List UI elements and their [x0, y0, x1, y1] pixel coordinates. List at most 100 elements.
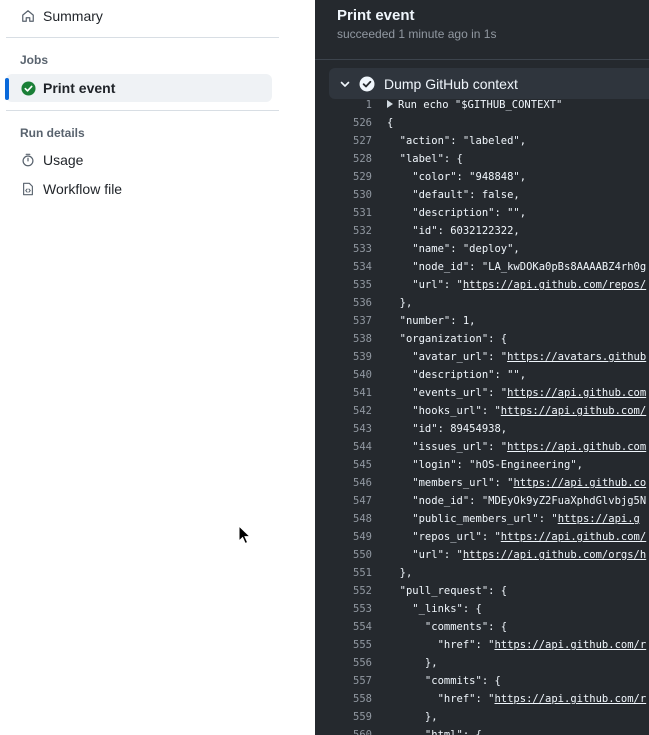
log-line[interactable]: 527 "action": "labeled",: [315, 132, 649, 150]
log-line[interactable]: 532 "id": 6032122322,: [315, 222, 649, 240]
log-line[interactable]: 553 "_links": {: [315, 600, 649, 618]
line-number[interactable]: 532: [315, 222, 372, 240]
log-line[interactable]: 545 "login": "hOS-Engineering",: [315, 456, 649, 474]
file-code-icon: [20, 181, 36, 197]
sidebar-item-summary[interactable]: Summary: [6, 2, 272, 30]
line-number[interactable]: 556: [315, 654, 372, 672]
line-number[interactable]: 528: [315, 150, 372, 168]
sidebar-item-print-event[interactable]: Print event: [5, 74, 272, 102]
line-number[interactable]: 559: [315, 708, 372, 726]
line-number[interactable]: 553: [315, 600, 372, 618]
log-link[interactable]: https://api.github.com: [507, 387, 646, 399]
log-line[interactable]: 560 "html": {: [315, 726, 649, 735]
line-number[interactable]: 536: [315, 294, 372, 312]
log-line[interactable]: 557 "commits": {: [315, 672, 649, 690]
log-link[interactable]: https://api.github.com/orgs/h: [463, 549, 646, 561]
log-text: },: [387, 708, 438, 726]
line-number[interactable]: 547: [315, 492, 372, 510]
line-number[interactable]: 548: [315, 510, 372, 528]
log-line[interactable]: 1 Run echo "$GITHUB_CONTEXT": [315, 96, 649, 114]
log-line[interactable]: 549 "repos_url": "https://api.github.com…: [315, 528, 649, 546]
line-number[interactable]: 526: [315, 114, 372, 132]
step-header[interactable]: Dump GitHub context: [329, 68, 649, 99]
log-line[interactable]: 535 "url": "https://api.github.com/repos…: [315, 276, 649, 294]
line-number[interactable]: 557: [315, 672, 372, 690]
log-text: "href": "https://api.github.com/r: [387, 690, 647, 708]
line-number[interactable]: 560: [315, 726, 372, 735]
log-text-content: "href": ": [387, 639, 495, 651]
sidebar-item-workflow-file[interactable]: Workflow file: [6, 175, 272, 203]
log-text-content: "avatar_url": ": [387, 351, 508, 363]
line-number[interactable]: 529: [315, 168, 372, 186]
log-line[interactable]: 544 "issues_url": "https://api.github.co…: [315, 438, 649, 456]
log-link[interactable]: https://api.github.com/repos/: [463, 279, 646, 291]
log-line[interactable]: 530 "default": false,: [315, 186, 649, 204]
log-line[interactable]: 536 },: [315, 294, 649, 312]
line-number[interactable]: 541: [315, 384, 372, 402]
log-text-content: "login": "hOS-Engineering",: [387, 459, 583, 471]
line-number[interactable]: 531: [315, 204, 372, 222]
line-number[interactable]: 549: [315, 528, 372, 546]
line-number[interactable]: 546: [315, 474, 372, 492]
line-number[interactable]: 537: [315, 312, 372, 330]
line-number[interactable]: 534: [315, 258, 372, 276]
log-line[interactable]: 555 "href": "https://api.github.com/r: [315, 636, 649, 654]
expand-triangle-icon[interactable]: [387, 100, 393, 108]
line-number[interactable]: 1: [315, 96, 372, 114]
log-line[interactable]: 541 "events_url": "https://api.github.co…: [315, 384, 649, 402]
log-line[interactable]: 526 {: [315, 114, 649, 132]
log-line[interactable]: 554 "comments": {: [315, 618, 649, 636]
log-text-content: "comments": {: [387, 621, 508, 633]
line-number[interactable]: 551: [315, 564, 372, 582]
line-number[interactable]: 538: [315, 330, 372, 348]
log-link[interactable]: https://api.github.co: [513, 477, 646, 489]
log-link[interactable]: https://avatars.github: [507, 351, 646, 363]
run-details-heading: Run details: [20, 126, 85, 140]
log-link[interactable]: https://api.github.com/: [501, 531, 646, 543]
log-line[interactable]: 537 "number": 1,: [315, 312, 649, 330]
log-line[interactable]: 539 "avatar_url": "https://avatars.githu…: [315, 348, 649, 366]
line-number[interactable]: 535: [315, 276, 372, 294]
line-number[interactable]: 552: [315, 582, 372, 600]
log-line[interactable]: 529 "color": "948848",: [315, 168, 649, 186]
line-number[interactable]: 542: [315, 402, 372, 420]
log-line[interactable]: 538 "organization": {: [315, 330, 649, 348]
line-number[interactable]: 558: [315, 690, 372, 708]
log-line[interactable]: 533 "name": "deploy",: [315, 240, 649, 258]
log-line[interactable]: 552 "pull_request": {: [315, 582, 649, 600]
log-line[interactable]: 540 "description": "",: [315, 366, 649, 384]
log-line[interactable]: 543 "id": 89454938,: [315, 420, 649, 438]
line-number[interactable]: 554: [315, 618, 372, 636]
log-line[interactable]: 558 "href": "https://api.github.com/r: [315, 690, 649, 708]
log-link[interactable]: https://api.github.com/: [501, 405, 646, 417]
log-line[interactable]: 550 "url": "https://api.github.com/orgs/…: [315, 546, 649, 564]
log-link[interactable]: https://api.github.com/r: [494, 693, 646, 705]
log-line[interactable]: 546 "members_url": "https://api.github.c…: [315, 474, 649, 492]
log-text-content: "hooks_url": ": [387, 405, 501, 417]
line-number[interactable]: 544: [315, 438, 372, 456]
log-link[interactable]: https://api.github.com: [507, 441, 646, 453]
log-link[interactable]: https://api.github.com/r: [494, 639, 646, 651]
log-line[interactable]: 559 },: [315, 708, 649, 726]
log-link[interactable]: https://api.g: [558, 513, 640, 525]
line-number[interactable]: 555: [315, 636, 372, 654]
line-number[interactable]: 539: [315, 348, 372, 366]
log-line[interactable]: 528 "label": {: [315, 150, 649, 168]
log-line[interactable]: 534 "node_id": "LA_kwDOKa0pBs8AAAABZ4rh0…: [315, 258, 649, 276]
line-number[interactable]: 543: [315, 420, 372, 438]
line-number[interactable]: 530: [315, 186, 372, 204]
log-line[interactable]: 547 "node_id": "MDEyOk9yZ2FuaXphdGlvbjg5…: [315, 492, 649, 510]
line-number[interactable]: 545: [315, 456, 372, 474]
log-text-content: "name": "deploy",: [387, 243, 520, 255]
sidebar-item-usage[interactable]: Usage: [6, 146, 272, 174]
log-line[interactable]: 556 },: [315, 654, 649, 672]
log-line[interactable]: 548 "public_members_url": "https://api.g: [315, 510, 649, 528]
line-number[interactable]: 533: [315, 240, 372, 258]
log-line[interactable]: 551 },: [315, 564, 649, 582]
log-line[interactable]: 531 "description": "",: [315, 204, 649, 222]
log-line[interactable]: 542 "hooks_url": "https://api.github.com…: [315, 402, 649, 420]
line-number[interactable]: 527: [315, 132, 372, 150]
line-number[interactable]: 550: [315, 546, 372, 564]
line-number[interactable]: 540: [315, 366, 372, 384]
check-circle-icon: [20, 80, 36, 96]
